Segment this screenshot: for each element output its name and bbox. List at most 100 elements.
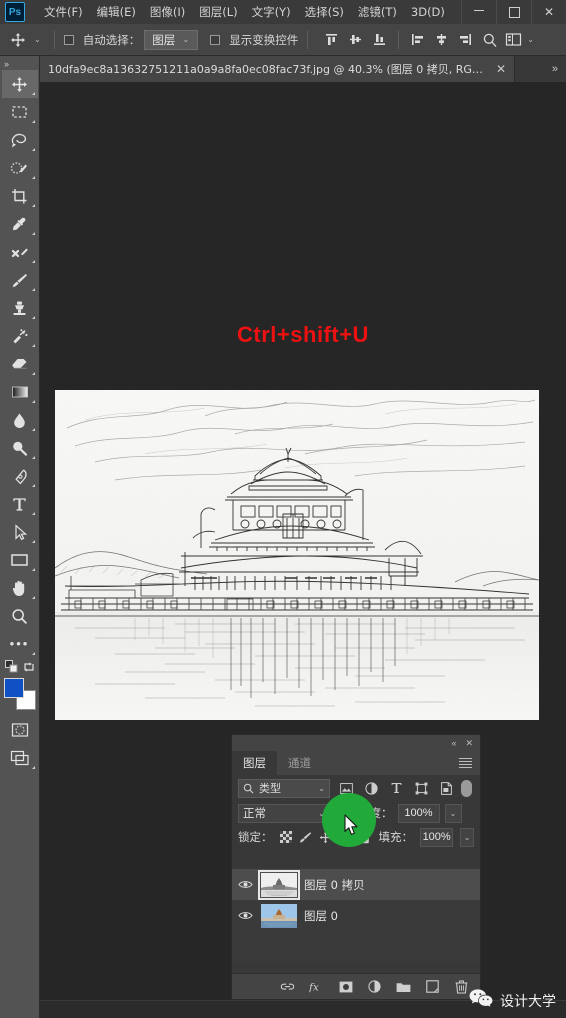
document-tab-overflow[interactable]: »	[544, 56, 566, 82]
maximize-button[interactable]	[496, 0, 531, 24]
auto-select-checkbox[interactable]	[63, 34, 74, 45]
menu-filter[interactable]: 滤镜(T)	[351, 1, 404, 23]
table-row[interactable]: 图层 0 拷贝	[232, 869, 480, 900]
path-selection-tool[interactable]	[2, 518, 38, 546]
title-bar: Ps 文件(F) 编辑(E) 图像(I) 图层(L) 文字(Y) 选择(S) 滤…	[0, 0, 566, 24]
tool-preset-caret-icon[interactable]: ⌄	[34, 35, 41, 44]
fill-input[interactable]: 100%	[420, 827, 454, 847]
menu-layer[interactable]: 图层(L)	[192, 1, 244, 23]
auto-select-scope-dropdown[interactable]: 图层 ⌄	[144, 29, 199, 50]
align-vertical-centers-icon[interactable]	[345, 30, 366, 50]
workspace-icon[interactable]	[503, 30, 524, 50]
blur-tool[interactable]	[2, 406, 38, 434]
screen-mode-button[interactable]	[2, 744, 38, 772]
brush-tool[interactable]	[2, 266, 38, 294]
foreground-color-swatch[interactable]	[3, 678, 24, 698]
document-tab[interactable]: 10dfa9ec8a13632751211a0a9a8fa0ec08fac73f…	[40, 56, 515, 82]
fill-stepper-caret-icon[interactable]: ⌄	[460, 827, 474, 847]
filter-shape-layers-icon[interactable]	[414, 781, 429, 796]
opacity-stepper-caret-icon[interactable]: ⌄	[444, 803, 462, 823]
edit-toolbar-button[interactable]: •••	[2, 630, 38, 658]
zoom-tool[interactable]	[2, 602, 38, 630]
move-tool-icon[interactable]	[6, 29, 30, 51]
toolbar-expand-toggle[interactable]: »	[4, 58, 9, 70]
svg-text:fx: fx	[309, 981, 319, 993]
delete-layer-icon[interactable]	[454, 979, 469, 994]
new-adjustment-layer-icon[interactable]	[367, 979, 382, 994]
search-icon[interactable]	[479, 30, 500, 50]
clone-stamp-tool[interactable]	[2, 294, 38, 322]
type-tool[interactable]	[2, 490, 38, 518]
mouse-pointer-icon	[344, 814, 359, 841]
menu-select[interactable]: 选择(S)	[298, 1, 351, 23]
menu-edit[interactable]: 编辑(E)	[90, 1, 143, 23]
show-transform-checkbox[interactable]	[210, 34, 221, 45]
rectangle-shape-tool[interactable]	[2, 546, 38, 574]
photoshop-window: Ps 文件(F) 编辑(E) 图像(I) 图层(L) 文字(Y) 选择(S) 滤…	[0, 0, 566, 1018]
filter-type-dropdown[interactable]: 类型 ⌄	[238, 778, 330, 798]
eraser-tool[interactable]	[2, 350, 38, 378]
minimize-button[interactable]	[461, 0, 496, 24]
hand-tool[interactable]	[2, 574, 38, 602]
align-horizontal-centers-icon[interactable]	[431, 30, 452, 50]
document-tab-bar: 10dfa9ec8a13632751211a0a9a8fa0ec08fac73f…	[40, 56, 566, 82]
align-left-edges-icon[interactable]	[407, 30, 428, 50]
filter-adjustment-layers-icon[interactable]	[364, 781, 379, 796]
blend-mode-dropdown[interactable]: 正常 ⌄	[238, 803, 330, 823]
pen-tool[interactable]	[2, 462, 38, 490]
artboard-image[interactable]	[55, 390, 539, 720]
rectangular-marquee-tool[interactable]	[2, 98, 38, 126]
auto-select-label: 自动选择：	[82, 32, 141, 47]
close-button[interactable]: ✕	[531, 0, 566, 24]
layer-visibility-toggle[interactable]	[237, 879, 254, 890]
photoshop-logo: Ps	[5, 2, 25, 22]
layers-panel-bottom-bar: fx	[232, 973, 480, 999]
new-layer-icon[interactable]	[425, 979, 440, 994]
align-right-edges-icon[interactable]	[455, 30, 476, 50]
menu-type[interactable]: 文字(Y)	[245, 1, 298, 23]
link-layers-icon[interactable]	[280, 979, 295, 994]
workspace-chevron-icon[interactable]: ⌄	[527, 35, 534, 44]
close-panel-icon[interactable]: ✕	[465, 738, 473, 749]
layer-thumbnail[interactable]	[261, 903, 297, 928]
new-group-icon[interactable]	[396, 979, 411, 994]
gradient-tool[interactable]	[2, 378, 38, 406]
move-tool[interactable]	[1, 70, 38, 98]
lasso-tool[interactable]	[2, 126, 38, 154]
add-layer-mask-icon[interactable]	[338, 979, 353, 994]
options-bar: ⌄ 自动选择： 图层 ⌄ 显示变换控件 ⌄	[0, 24, 566, 56]
close-icon[interactable]: ✕	[496, 62, 506, 76]
align-top-edges-icon[interactable]	[321, 30, 342, 50]
layer-visibility-toggle[interactable]	[237, 910, 254, 921]
filter-smart-object-icon[interactable]	[439, 781, 454, 796]
table-row[interactable]: 图层 0	[232, 900, 480, 931]
divider	[398, 30, 400, 49]
layer-style-fx-icon[interactable]: fx	[309, 979, 324, 994]
color-swatches	[3, 678, 37, 712]
opacity-input[interactable]: 100%	[397, 803, 440, 823]
crop-tool[interactable]	[2, 182, 38, 210]
collapse-panel-icon[interactable]: «	[451, 738, 456, 748]
eyedropper-tool[interactable]	[2, 210, 38, 238]
align-bottom-edges-icon[interactable]	[369, 30, 390, 50]
tab-layers[interactable]: 图层	[232, 751, 277, 775]
menu-file[interactable]: 文件(F)	[37, 1, 90, 23]
spot-healing-brush-tool[interactable]	[2, 238, 38, 266]
lock-image-pixels-icon[interactable]	[299, 830, 312, 844]
align-icon-group: ⌄	[321, 30, 538, 50]
quick-mask-toggle[interactable]	[2, 716, 38, 744]
menu-image[interactable]: 图像(I)	[143, 1, 192, 23]
shortcut-annotation: Ctrl+shift+U	[237, 322, 369, 347]
layer-thumbnail[interactable]	[258, 869, 300, 900]
dodge-tool[interactable]	[2, 434, 38, 462]
filter-enable-toggle[interactable]	[461, 779, 472, 797]
lock-transparent-pixels-icon[interactable]	[279, 830, 292, 844]
menu-3d[interactable]: 3D(D)	[404, 2, 452, 22]
tab-channels[interactable]: 通道	[277, 751, 322, 775]
filter-type-layers-icon[interactable]	[389, 781, 404, 796]
quick-selection-tool[interactable]	[2, 154, 38, 182]
history-brush-tool[interactable]	[2, 322, 38, 350]
swap-colors-icon[interactable]	[23, 660, 35, 678]
default-colors-icon[interactable]	[4, 660, 18, 678]
panel-menu-icon[interactable]	[459, 751, 480, 775]
